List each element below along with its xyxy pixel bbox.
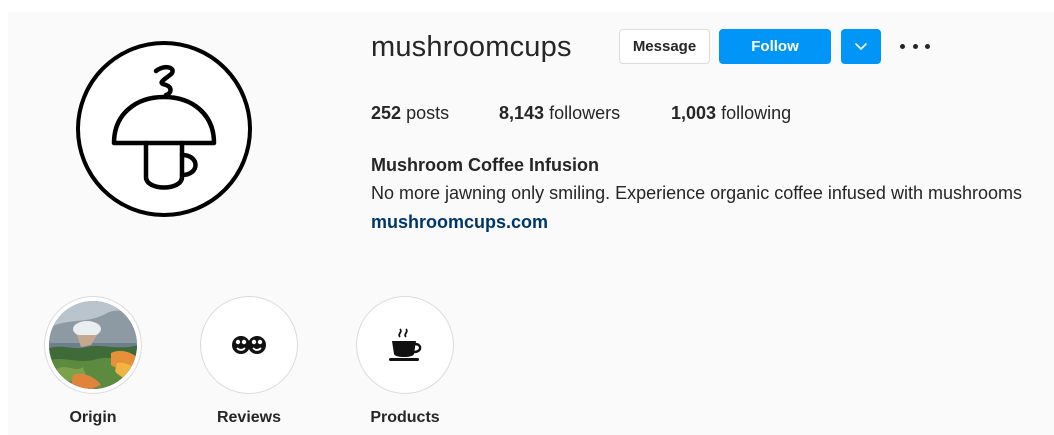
highlight-cover — [200, 296, 298, 394]
highlight-cover — [356, 296, 454, 394]
dot — [912, 43, 918, 49]
highlight-label: Products — [370, 409, 440, 426]
followers-stat[interactable]: 8,143 followers — [499, 103, 620, 124]
origin-photo-thumbnail — [49, 301, 137, 389]
posts-label: posts — [406, 103, 450, 123]
highlight-cover — [44, 296, 142, 394]
profile-username: mushroomcups — [371, 31, 572, 63]
following-label: following — [721, 103, 792, 123]
chevron-down-icon — [855, 42, 867, 50]
profile-full-name: Mushroom Coffee Infusion — [371, 155, 599, 175]
coffee-cup-icon — [389, 328, 422, 361]
faces-emoji-icon — [232, 336, 266, 354]
highlight-reviews[interactable]: Reviews — [199, 296, 299, 427]
suggested-accounts-button[interactable] — [841, 29, 881, 64]
highlight-label: Origin — [69, 409, 117, 426]
posts-stat: 252 posts — [371, 103, 449, 124]
posts-count: 252 — [371, 103, 402, 123]
follow-button[interactable]: Follow — [719, 29, 831, 64]
message-button[interactable]: Message — [619, 29, 710, 64]
profile-bio: No more jawning only smiling. Experience… — [371, 183, 1022, 203]
dot — [925, 43, 930, 49]
dot — [900, 43, 905, 49]
highlight-origin[interactable]: Origin — [43, 296, 143, 427]
following-stat[interactable]: 1,003 following — [671, 103, 791, 124]
followers-label: followers — [549, 103, 621, 123]
profile-website-link[interactable]: mushroomcups.com — [371, 212, 548, 233]
highlight-products[interactable]: Products — [355, 296, 455, 427]
profile-avatar[interactable] — [74, 39, 254, 219]
followers-count: 8,143 — [499, 103, 545, 123]
highlight-label: Reviews — [216, 409, 282, 426]
more-options-icon[interactable] — [900, 36, 930, 56]
following-count: 1,003 — [671, 103, 717, 123]
